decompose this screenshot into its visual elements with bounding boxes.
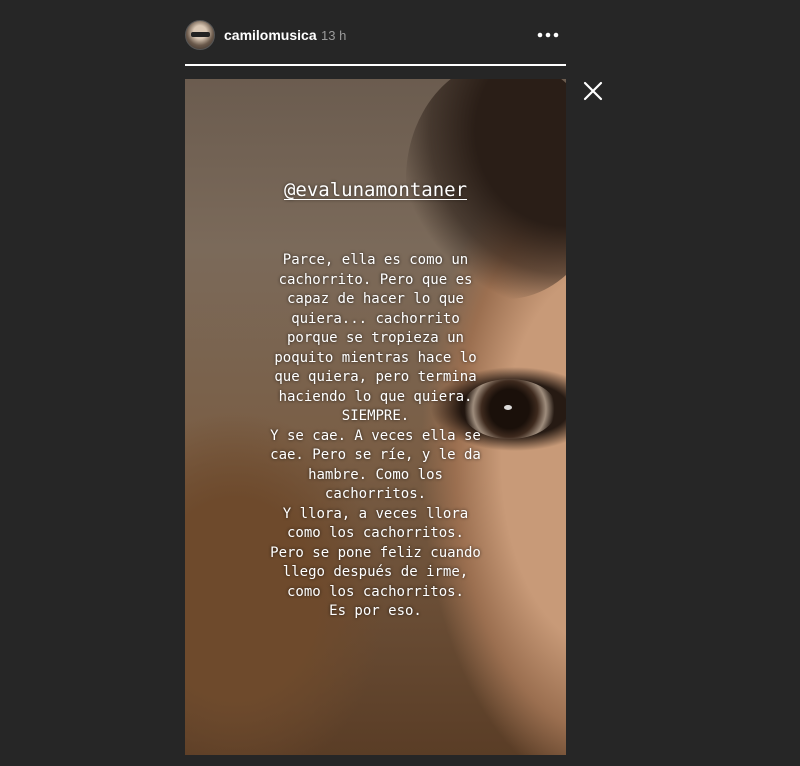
caption-line: cachorritos. bbox=[324, 486, 427, 502]
caption-line: poquito mientras hace lo bbox=[274, 349, 477, 366]
caption-line: haciendo lo que quiera. bbox=[278, 388, 473, 405]
caption-line: porque se tropieza un bbox=[286, 330, 464, 346]
username[interactable]: camilomusica bbox=[224, 27, 317, 43]
timestamp: 13 h bbox=[321, 28, 347, 43]
caption-line: Parce, ella es como un bbox=[282, 252, 469, 268]
story-caption: Parce, ella es como un cachorrito. Pero q… bbox=[185, 251, 566, 622]
caption-line: Es por eso. bbox=[329, 603, 422, 619]
caption-line: cachorrito. Pero que es bbox=[278, 271, 473, 288]
avatar[interactable] bbox=[185, 20, 215, 50]
story-progress-fill bbox=[185, 64, 566, 66]
caption-line: hambre. Como los bbox=[308, 466, 443, 483]
story-progress-bar bbox=[185, 64, 566, 66]
story-image: @evalunamontaner Parce, ella es como un c… bbox=[185, 79, 566, 755]
caption-line: SIEMPRE. bbox=[341, 408, 410, 424]
close-icon[interactable] bbox=[582, 80, 604, 102]
caption-line: quiera... cachorrito bbox=[291, 310, 460, 327]
more-horizontal-icon[interactable] bbox=[536, 27, 560, 43]
caption-line: cae. Pero se ríe, y le da bbox=[270, 447, 481, 463]
caption-line: que quiera, pero termina bbox=[274, 369, 477, 385]
caption-line: Y se cae. A veces ella se bbox=[270, 427, 481, 444]
caption-line: Pero se pone feliz cuando bbox=[270, 544, 481, 561]
mention-link[interactable]: @evalunamontaner bbox=[185, 179, 566, 201]
caption-line: Y llora, a veces llora bbox=[282, 505, 469, 522]
caption-line: como los cachorritos. bbox=[286, 525, 464, 541]
caption-line: llego después de irme, bbox=[282, 564, 469, 580]
caption-line: capaz de hacer lo que bbox=[286, 291, 464, 307]
caption-line: como los cachorritos. bbox=[286, 583, 464, 600]
story-header: camilomusica 13 h bbox=[185, 18, 566, 52]
